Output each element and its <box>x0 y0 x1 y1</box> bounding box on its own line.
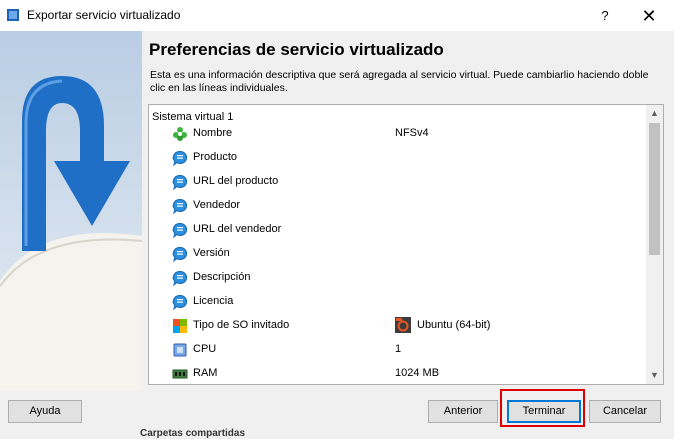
comment-icon <box>172 246 188 262</box>
tree-row-nombre[interactable]: Nombre NFSv4 <box>149 122 646 146</box>
cpu-icon <box>173 343 187 357</box>
tree-row-label: Nombre <box>193 127 233 139</box>
tree-row-tipo-so[interactable]: Tipo de SO invitado Ubuntu (64-bit) <box>149 314 646 338</box>
ubuntu-icon <box>395 317 411 333</box>
highlight-box <box>500 389 585 427</box>
tree-row-label: Vendedor <box>193 199 241 211</box>
tree-row-value[interactable]: 1 <box>395 343 401 355</box>
scroll-thumb[interactable] <box>649 123 660 255</box>
window-title: Exportar servicio virtualizado <box>27 8 181 22</box>
tree-row-ram[interactable]: RAM 1024 MB <box>149 362 646 384</box>
tree-row-vendedor[interactable]: Vendedor <box>149 194 646 218</box>
comment-icon <box>172 174 188 190</box>
scroll-up-icon[interactable]: ▲ <box>646 105 663 122</box>
title-bar: Exportar servicio virtualizado ? ✕ <box>0 0 674 31</box>
export-arrow-illustration <box>0 31 142 391</box>
tree-row-label: Versión <box>193 247 230 259</box>
comment-icon <box>172 150 188 166</box>
comment-icon <box>172 270 188 286</box>
tree-row-label: Descripción <box>193 271 251 283</box>
cancel-button[interactable]: Cancelar <box>589 400 661 423</box>
tree-row-label: CPU <box>193 343 217 355</box>
background-shared-folders-label: Carpetas compartidas <box>140 428 246 439</box>
tree-row-label: URL del producto <box>193 175 279 187</box>
tree-row-value[interactable]: 1024 MB <box>395 367 439 379</box>
comment-icon <box>172 294 188 310</box>
tree-row-label: URL del vendedor <box>193 223 282 235</box>
page-title: Preferencias de servicio virtualizado <box>149 40 444 59</box>
comment-icon <box>172 222 188 238</box>
back-button[interactable]: Anterior <box>428 400 498 423</box>
appliance-settings-tree[interactable]: Sistema virtual 1 Nombre NFSv4 Producto <box>148 104 664 385</box>
tree-row-label: Producto <box>193 151 238 163</box>
ram-icon <box>172 369 188 379</box>
tree-row-value[interactable]: NFSv4 <box>395 127 429 139</box>
virtualbox-icon <box>7 9 19 21</box>
wizard-banner <box>0 31 142 391</box>
tree-row-producto[interactable]: Producto <box>149 146 646 170</box>
wizard-page: Preferencias de servicio virtualizado Es… <box>142 31 674 391</box>
help-button[interactable]: Ayuda <box>8 400 82 423</box>
os-type-icon <box>173 319 187 333</box>
tree-row-licencia[interactable]: Licencia <box>149 290 646 314</box>
help-icon[interactable]: ? <box>594 6 616 26</box>
tree-row-descripcion[interactable]: Descripción <box>149 266 646 290</box>
tree-row-label: Tipo de SO invitado <box>193 319 290 331</box>
tree-row-url-producto[interactable]: URL del producto <box>149 170 646 194</box>
tree-row-url-vendedor[interactable]: URL del vendedor <box>149 218 646 242</box>
tree-row-value[interactable]: Ubuntu (64-bit) <box>417 319 490 331</box>
page-description: Esta es una información descriptiva que … <box>150 69 649 94</box>
tree-row-cpu[interactable]: CPU 1 <box>149 338 646 362</box>
tree-row-version[interactable]: Versión <box>149 242 646 266</box>
tree-vertical-scrollbar[interactable]: ▲ ▼ <box>646 105 663 384</box>
close-icon[interactable]: ✕ <box>634 4 664 28</box>
name-icon <box>173 127 187 141</box>
comment-icon <box>172 198 188 214</box>
tree-row-label: RAM <box>193 367 218 379</box>
tree-row-label: Licencia <box>193 295 234 307</box>
scroll-down-icon[interactable]: ▼ <box>646 367 663 384</box>
